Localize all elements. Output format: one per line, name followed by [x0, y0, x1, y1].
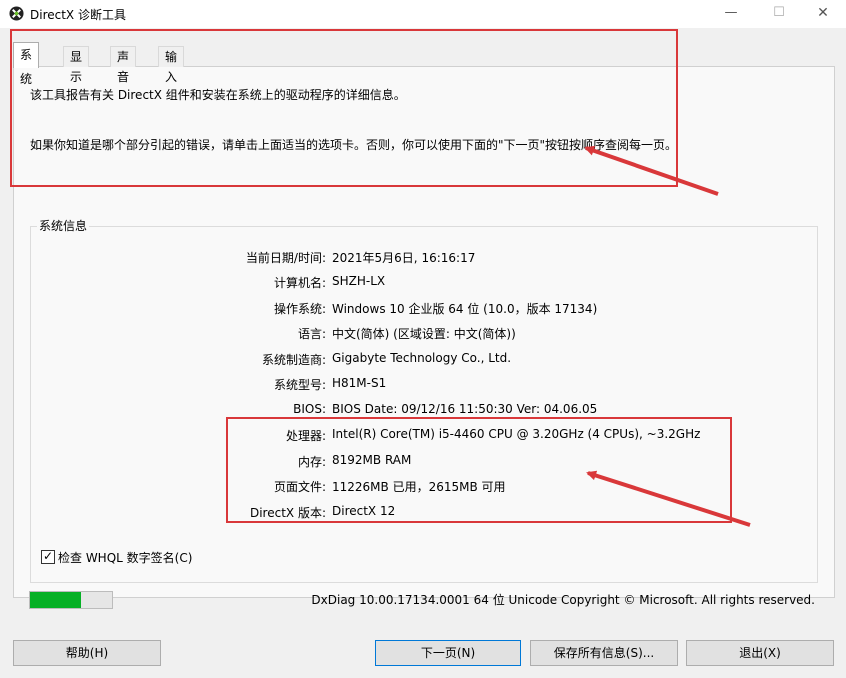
annotation-arrow-1	[584, 145, 719, 196]
annotation-arrows	[584, 145, 751, 527]
annotation-arrow-2	[586, 470, 751, 527]
tab-system[interactable]: 系统	[13, 42, 40, 86]
